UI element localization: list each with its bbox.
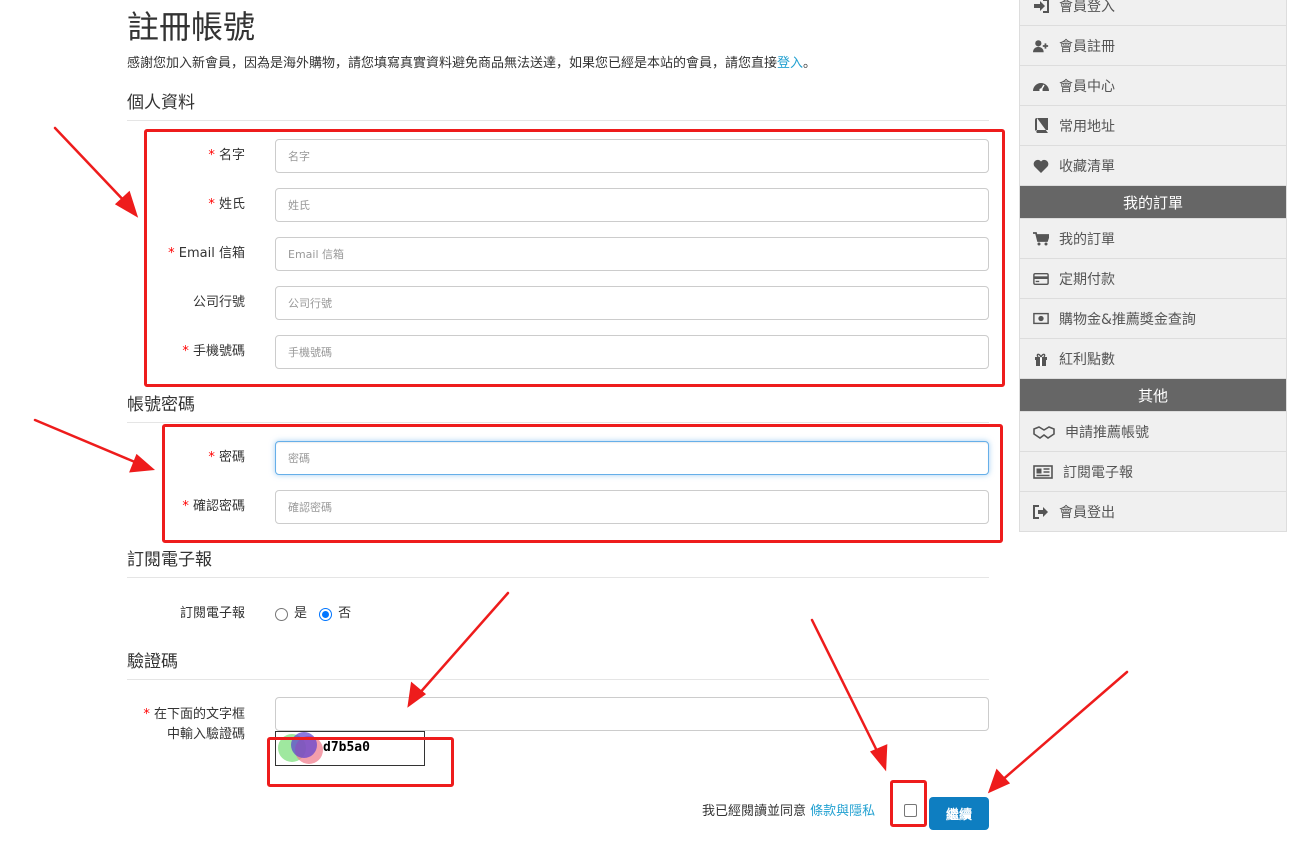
- annotation-box-personal: [144, 129, 1005, 387]
- sidebar-item-credit[interactable]: 購物金&推薦獎金查詢: [1020, 299, 1286, 339]
- agree-text: 我已經閱讀並同意 條款與隱私: [702, 800, 875, 819]
- user-plus-icon: [1033, 38, 1049, 54]
- sidebar-item-address[interactable]: 常用地址: [1020, 106, 1286, 146]
- handshake-icon: [1033, 424, 1055, 440]
- sidebar-item-label: 紅利點數: [1059, 351, 1115, 368]
- sidebar-item-login[interactable]: 會員登入: [1020, 0, 1286, 26]
- intro-message: 感謝您加入新會員，因為是海外購物，請您填寫真實資料避免商品無法送達，如果您已經是…: [127, 56, 778, 71]
- intro-text: 感謝您加入新會員，因為是海外購物，請您填寫真實資料避免商品無法送達，如果您已經是…: [127, 52, 816, 71]
- sidebar-item-label: 購物金&推薦獎金查詢: [1059, 311, 1196, 328]
- newsletter-label: 訂閱電子報: [179, 606, 245, 621]
- sign-out-icon: [1033, 504, 1049, 520]
- sidebar-item-label: 常用地址: [1059, 118, 1115, 135]
- account-sidebar: 會員登入 會員註冊 會員中心 常用地址 收藏清單 我的訂單 我的訂單 定期付款 …: [1019, 0, 1287, 532]
- sidebar-item-reward[interactable]: 紅利點數: [1020, 339, 1286, 379]
- sidebar-item-my-orders[interactable]: 我的訂單: [1020, 219, 1286, 259]
- newsletter-no-radio[interactable]: [319, 607, 333, 621]
- credit-card-icon: [1033, 271, 1049, 287]
- newsletter-no-label: 否: [338, 606, 352, 621]
- sidebar-heading-other: 其他: [1020, 379, 1286, 412]
- money-icon: [1033, 311, 1049, 327]
- sidebar-item-label: 收藏清單: [1059, 158, 1115, 175]
- section-captcha: 驗證碼: [127, 647, 989, 680]
- newsletter-radio-group: 是 否: [275, 597, 359, 631]
- sidebar-heading-orders: 我的訂單: [1020, 186, 1286, 219]
- cart-icon: [1033, 231, 1049, 247]
- dashboard-icon: [1033, 78, 1049, 94]
- sidebar-item-label: 我的訂單: [1059, 231, 1115, 248]
- sidebar-item-label: 會員中心: [1059, 78, 1115, 95]
- annotation-box-password: [162, 424, 1003, 543]
- sidebar-item-label: 會員登入: [1059, 0, 1115, 15]
- sidebar-item-label: 定期付款: [1059, 271, 1115, 288]
- newsletter-yes-radio[interactable]: [275, 607, 288, 621]
- sidebar-item-recurring[interactable]: 定期付款: [1020, 259, 1286, 299]
- sidebar-item-label: 申請推薦帳號: [1065, 424, 1149, 441]
- captcha-input[interactable]: [275, 697, 989, 731]
- newsletter-no-option[interactable]: 否: [319, 597, 351, 631]
- sidebar-item-label: 訂閱電子報: [1063, 464, 1133, 481]
- page-title: 註冊帳號: [127, 8, 256, 46]
- annotation-box-captcha: [267, 737, 454, 787]
- newsletter-yes-label: 是: [294, 606, 308, 621]
- section-newsletter: 訂閱電子報: [127, 545, 989, 578]
- sidebar-item-logout[interactable]: 會員登出: [1020, 492, 1286, 532]
- sidebar-item-affiliate[interactable]: 申請推薦帳號: [1020, 412, 1286, 452]
- captcha-label-line1: * 在下面的文字框: [127, 705, 245, 725]
- sidebar-item-member-center[interactable]: 會員中心: [1020, 66, 1286, 106]
- sidebar-item-label: 會員登出: [1059, 504, 1115, 521]
- sidebar-item-newsletter[interactable]: 訂閱電子報: [1020, 452, 1286, 492]
- newsletter-yes-option[interactable]: 是: [275, 597, 307, 631]
- terms-link[interactable]: 條款與隱私: [810, 804, 875, 819]
- agree-label: 我已經閱讀並同意: [702, 804, 807, 819]
- book-icon: [1033, 118, 1049, 134]
- sidebar-item-label: 會員註冊: [1059, 38, 1115, 55]
- sidebar-item-register[interactable]: 會員註冊: [1020, 26, 1286, 66]
- required-mark: *: [143, 707, 150, 722]
- intro-end: 。: [803, 56, 817, 71]
- gift-icon: [1033, 351, 1049, 367]
- annotation-box-checkbox: [890, 780, 927, 827]
- section-account: 帳號密碼: [127, 390, 989, 423]
- continue-button[interactable]: 繼續: [929, 797, 989, 830]
- captcha-label: * 在下面的文字框 中輸入驗證碼: [127, 705, 245, 745]
- sidebar-item-wishlist[interactable]: 收藏清單: [1020, 146, 1286, 186]
- newspaper-icon: [1033, 464, 1053, 480]
- section-personal: 個人資料: [127, 88, 989, 121]
- heart-icon: [1033, 158, 1049, 174]
- login-link[interactable]: 登入: [777, 56, 803, 71]
- sign-in-icon: [1033, 0, 1049, 14]
- captcha-label-line2: 中輸入驗證碼: [166, 727, 245, 742]
- captcha-label-line1-text: 在下面的文字框: [153, 707, 245, 722]
- newsletter-row: 訂閱電子報 是 否: [127, 597, 989, 631]
